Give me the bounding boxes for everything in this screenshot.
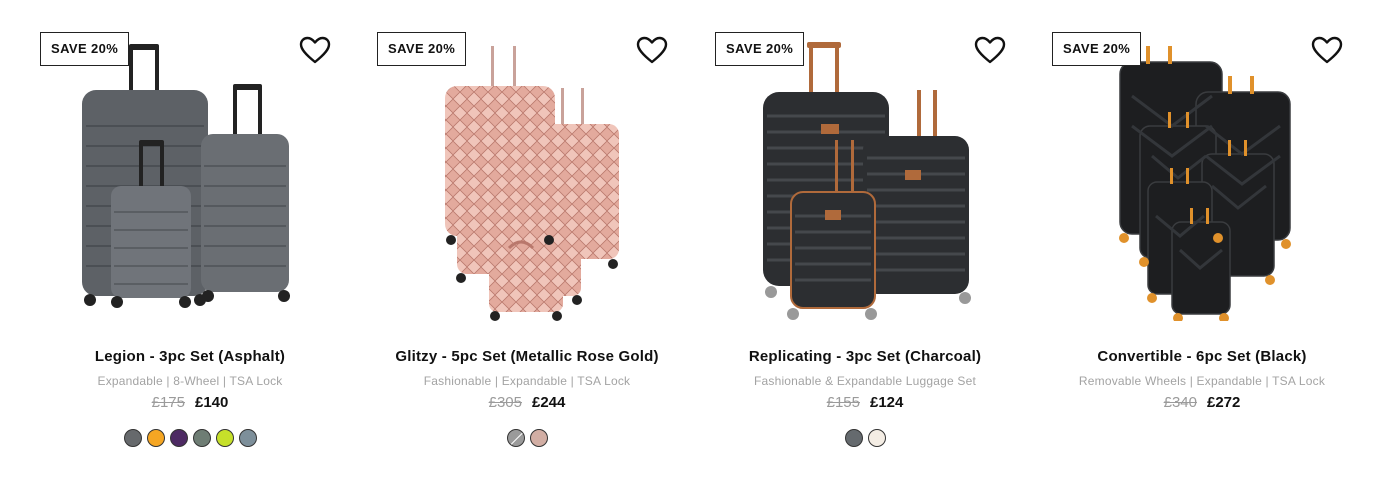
color-swatch[interactable] [867, 429, 886, 447]
heart-icon[interactable] [974, 36, 1006, 64]
sale-badge: SAVE 20% [715, 32, 805, 66]
color-swatch[interactable] [169, 429, 188, 447]
sale-badge: SAVE 20% [40, 32, 130, 66]
product-card[interactable]: SAVE 20% [377, 0, 677, 501]
heart-icon[interactable] [636, 36, 668, 64]
product-card[interactable]: SAVE 20% [40, 0, 340, 501]
sale-price: £124 [870, 394, 904, 411]
color-swatch[interactable] [192, 429, 211, 447]
product-image[interactable] [60, 36, 320, 321]
product-description: Removable Wheels | Expandable | TSA Lock [1078, 374, 1326, 388]
price-block: £175 £140 [20, 394, 360, 411]
sale-price: £140 [195, 394, 229, 411]
original-price: £340 [1163, 394, 1197, 411]
product-card[interactable]: SAVE 20% [715, 0, 1015, 501]
product-name[interactable]: Convertible - 6pc Set (Black) [1032, 348, 1372, 365]
price-block: £155 £124 [695, 394, 1035, 411]
product-name[interactable]: Replicating - 3pc Set (Charcoal) [695, 348, 1035, 365]
price-block: £340 £272 [1032, 394, 1372, 411]
original-price: £305 [488, 394, 522, 411]
color-swatch[interactable] [238, 429, 257, 447]
product-image[interactable] [1072, 36, 1332, 321]
color-swatches [695, 429, 1035, 447]
heart-icon[interactable] [299, 36, 331, 64]
color-swatch[interactable] [844, 429, 863, 447]
heart-icon[interactable] [1311, 36, 1343, 64]
color-swatch-unavailable[interactable] [506, 429, 525, 447]
original-price: £155 [826, 394, 860, 411]
color-swatches [20, 429, 360, 447]
product-card[interactable]: SAVE 20% [1052, 0, 1352, 501]
price-block: £305 £244 [357, 394, 697, 411]
color-swatches [357, 429, 697, 447]
sale-badge: SAVE 20% [1052, 32, 1142, 66]
product-description: Expandable | 8-Wheel | TSA Lock [97, 374, 283, 388]
product-name[interactable]: Glitzy - 5pc Set (Metallic Rose Gold) [357, 348, 697, 365]
product-grid: SAVE 20% Legion - 3pc Set (Asphalt) Expa… [0, 0, 1383, 501]
original-price: £175 [151, 394, 185, 411]
product-image[interactable] [735, 36, 995, 321]
color-swatch[interactable] [123, 429, 142, 447]
sale-badge: SAVE 20% [377, 32, 467, 66]
product-name[interactable]: Legion - 3pc Set (Asphalt) [20, 348, 360, 365]
color-swatch[interactable] [215, 429, 234, 447]
product-description: Fashionable | Expandable | TSA Lock [423, 374, 631, 388]
sale-price: £272 [1207, 394, 1241, 411]
color-swatch[interactable] [146, 429, 165, 447]
color-swatch[interactable] [529, 429, 548, 447]
product-image[interactable] [397, 36, 657, 321]
sale-price: £244 [532, 394, 566, 411]
product-description: Fashionable & Expandable Luggage Set [753, 374, 977, 388]
